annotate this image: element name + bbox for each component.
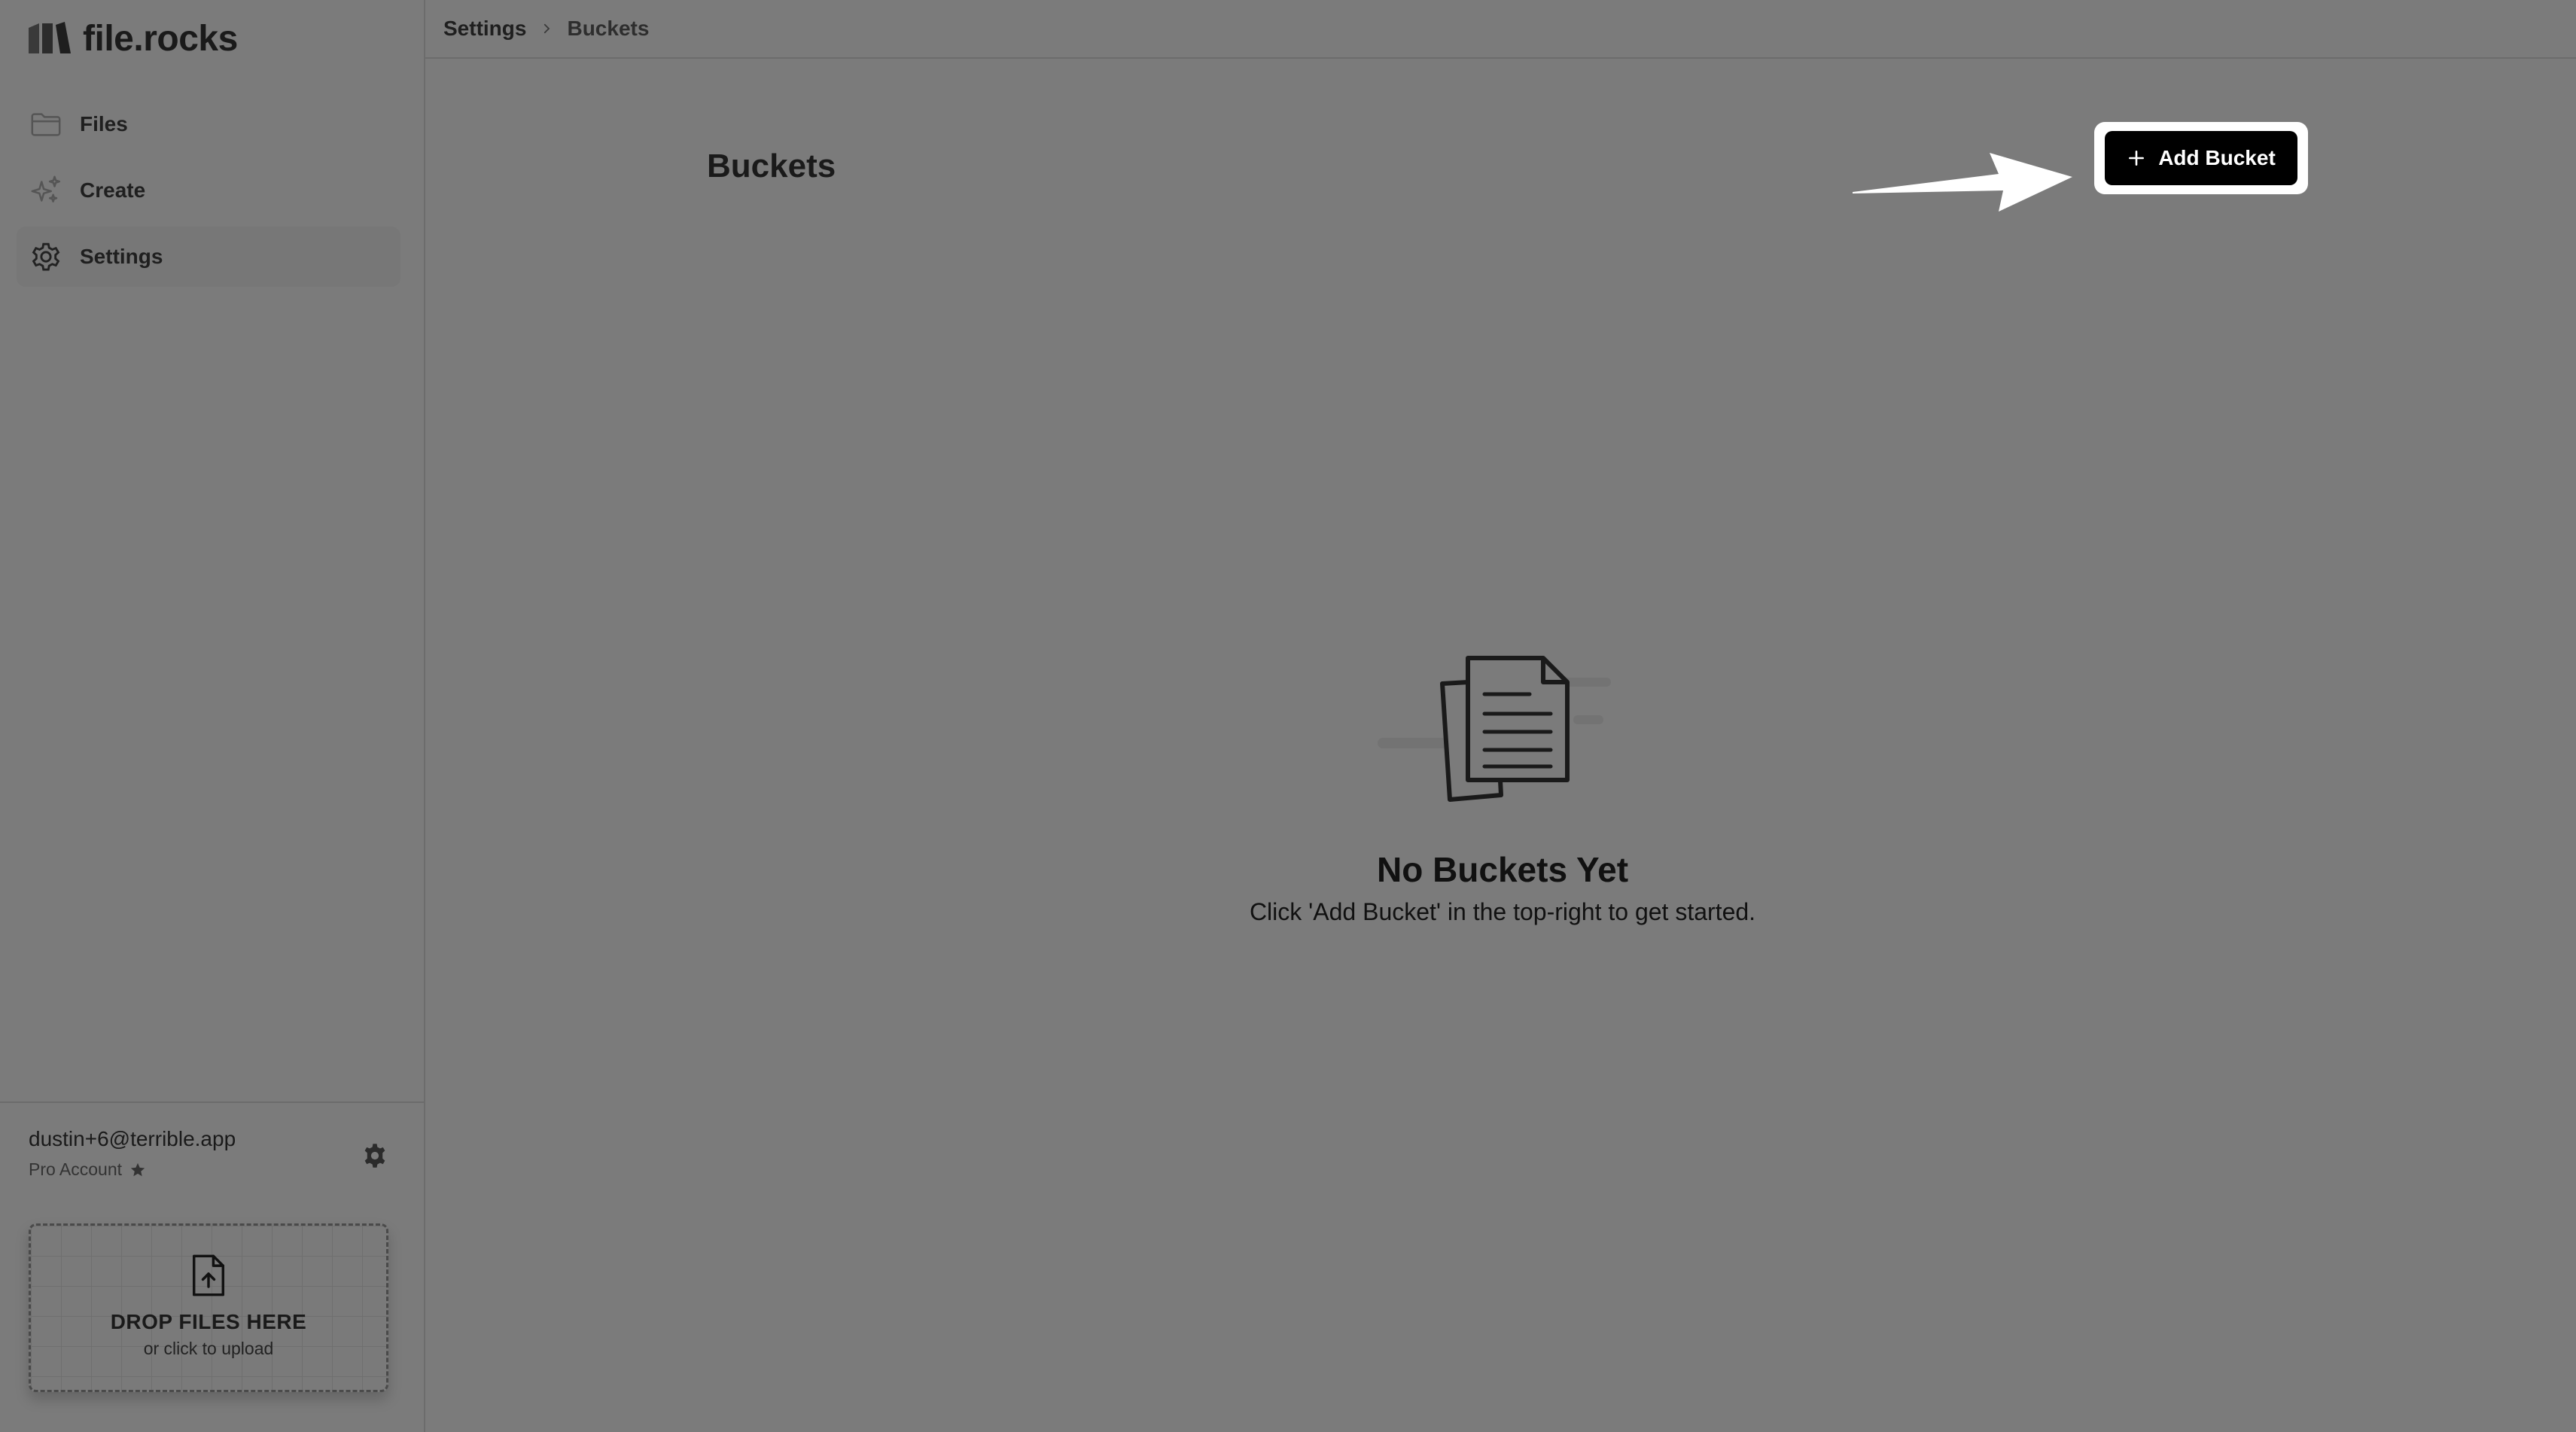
- add-bucket-highlight: Add Bucket: [2094, 122, 2308, 194]
- sidebar-item-create[interactable]: Create: [17, 160, 400, 221]
- gear-icon: [32, 242, 60, 271]
- sidebar-item-label: Create: [80, 178, 146, 202]
- chevron-right-icon: [544, 23, 550, 34]
- account-plan: Pro Account: [29, 1159, 146, 1180]
- file-upload-icon: [193, 1254, 224, 1296]
- user-email: dustin+6@terrible.app: [29, 1127, 236, 1150]
- breadcrumb-buckets: Buckets: [567, 17, 650, 40]
- add-bucket-button[interactable]: Add Bucket: [2105, 131, 2297, 185]
- dropzone-subtitle: or click to upload: [143, 1339, 274, 1358]
- logo[interactable]: file.rocks: [27, 15, 238, 62]
- plan-label: Pro Account: [29, 1159, 123, 1179]
- sidebar-item-label: Files: [80, 112, 128, 136]
- sidebar-item-files[interactable]: Files: [17, 94, 400, 154]
- breadcrumb: Settings Buckets: [443, 17, 649, 41]
- empty-state-message: Click 'Add Bucket' in the top-right to g…: [1249, 898, 1756, 925]
- sparkles-icon: [31, 175, 61, 203]
- logo-icon: [29, 22, 71, 53]
- breadcrumb-settings[interactable]: Settings: [443, 17, 526, 41]
- arrow-right-icon: [1853, 153, 2072, 212]
- file-dropzone[interactable]: DROP FILES HERE or click to upload: [29, 1223, 388, 1392]
- sidebar-item-label: Settings: [80, 245, 163, 268]
- empty-state-title: No Buckets Yet: [1376, 850, 1629, 889]
- sidebar-item-settings[interactable]: Settings: [17, 227, 400, 287]
- app-name: file.rocks: [83, 18, 238, 59]
- account-settings-icon[interactable]: [361, 1142, 388, 1169]
- top-bar: Settings Buckets: [425, 0, 2576, 59]
- folder-icon: [31, 113, 61, 136]
- sidebar-nav: Files Create Settings: [17, 94, 400, 293]
- add-bucket-label: Add Bucket: [2158, 146, 2276, 169]
- plus-icon: [2129, 151, 2145, 166]
- dropzone-title: DROP FILES HERE: [110, 1310, 307, 1333]
- star-icon: [130, 1162, 145, 1176]
- sidebar: file.rocks Files Create Settings dustin+…: [0, 0, 425, 1432]
- account-panel: dustin+6@terrible.app Pro Account DROP F…: [0, 1101, 424, 1432]
- page-title: Buckets: [707, 148, 836, 184]
- documents-icon: [1378, 656, 1611, 802]
- app-window: file.rocks Files Create Settings dustin+…: [0, 0, 2576, 1432]
